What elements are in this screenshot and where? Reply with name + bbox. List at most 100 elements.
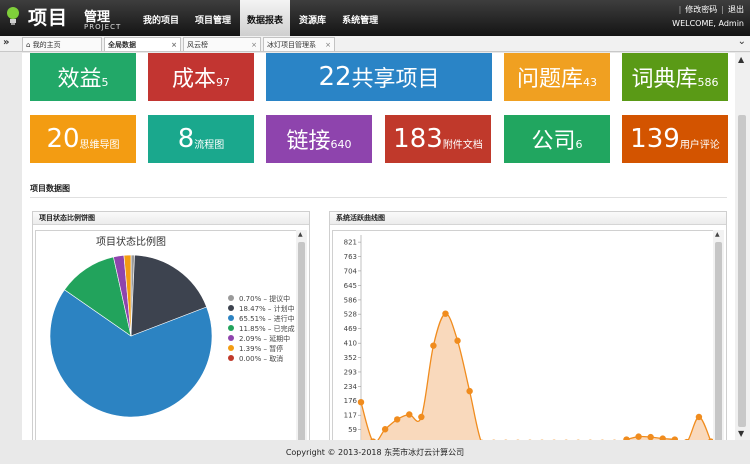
app-title-main: 项目 xyxy=(28,7,69,29)
tab-global-data[interactable]: 全局数据 × xyxy=(104,37,181,51)
pie-panel-scrollbar[interactable]: ▲ xyxy=(296,230,307,440)
legend-marker xyxy=(228,355,234,361)
line-chart-area: 0591171762342933524104695285866457047638… xyxy=(332,230,715,440)
data-point xyxy=(635,433,642,440)
pie-chart-area: 项目状态比例图 0.70% – 提议中 18.47% – 计划中 65.51% – 进… xyxy=(35,230,298,440)
stat-label: 链接 xyxy=(286,129,331,154)
stat-label: 效益 xyxy=(57,67,102,92)
stat-label: 附件文档 xyxy=(442,139,483,151)
y-tick-label: 645 xyxy=(344,282,357,290)
tab-leaderboard-label: 风云榜 xyxy=(187,41,208,49)
data-point xyxy=(466,387,473,395)
stat-count: 22 xyxy=(318,62,352,92)
close-icon[interactable]: × xyxy=(251,38,257,52)
nav-resources[interactable]: 资源库 xyxy=(292,0,333,36)
stat-label: 流程图 xyxy=(194,139,225,151)
legend-marker xyxy=(228,315,234,321)
change-password-link[interactable]: 修改密码 xyxy=(685,5,717,14)
line-panel-scrollbar[interactable]: ▲ xyxy=(713,230,724,440)
nav-system-management[interactable]: 系统管理 xyxy=(335,0,385,36)
data-point xyxy=(623,436,630,440)
home-icon: ⌂ xyxy=(26,41,31,49)
data-point xyxy=(418,413,425,421)
stat-count: 8 xyxy=(177,124,195,154)
stat-count: 586 xyxy=(697,75,719,89)
nav-my-projects[interactable]: 我的项目 xyxy=(136,0,186,36)
scroll-thumb[interactable] xyxy=(715,242,722,440)
y-tick-label: 293 xyxy=(344,368,357,376)
expand-sidebar-icon[interactable]: » xyxy=(3,37,9,48)
data-point xyxy=(671,436,678,440)
stat-user-comments[interactable]: 139 用户评论 xyxy=(622,115,728,163)
stat-dictionary[interactable]: 词典库 586 xyxy=(622,53,728,101)
stat-shared-projects[interactable]: 22 共享项目 xyxy=(266,53,492,101)
app-title-en: PROJECT xyxy=(84,23,122,31)
data-point xyxy=(442,310,449,317)
stat-count: 183 xyxy=(393,124,443,154)
legend-item: 0.70% – 提议中 xyxy=(239,294,290,303)
app-logo[interactable]: 项目 管理 PROJECT xyxy=(4,2,124,34)
scroll-thumb[interactable] xyxy=(298,242,305,440)
scroll-up-icon[interactable]: ▲ xyxy=(715,231,720,238)
scroll-up-icon[interactable]: ▲ xyxy=(738,55,744,64)
stat-label: 共享项目 xyxy=(351,67,440,92)
legend-marker xyxy=(228,335,234,341)
section-divider xyxy=(30,197,727,198)
y-tick-label: 528 xyxy=(344,311,357,319)
y-tick-label: 410 xyxy=(344,340,357,348)
pie-title: 项目状态比例图 xyxy=(96,235,166,248)
stat-label: 词典库 xyxy=(631,67,698,92)
stat-issue-library[interactable]: 问题库 43 xyxy=(504,53,610,101)
tab-scroll-down-icon[interactable]: ⌄ xyxy=(738,36,746,47)
y-tick-label: 176 xyxy=(344,397,358,405)
page-scrollbar[interactable]: ▲ ▼ xyxy=(735,53,750,440)
stat-links[interactable]: 链接 640 xyxy=(266,115,372,163)
y-tick-label: 763 xyxy=(344,253,357,261)
stat-label: 思维导图 xyxy=(79,139,120,151)
stat-attachments[interactable]: 183 附件文档 xyxy=(385,115,491,163)
data-point xyxy=(659,435,666,440)
stat-count: 640 xyxy=(330,137,352,151)
stat-benefit[interactable]: 效益 5 xyxy=(30,53,136,101)
area-chart: 0591171762342933524104695285866457047638… xyxy=(344,235,714,440)
tab-leaderboard[interactable]: 风云榜 × xyxy=(183,37,261,51)
logout-link[interactable]: 退出 xyxy=(728,5,744,14)
tab-bingdeng-label: 冰灯项目管理系 xyxy=(267,41,316,49)
line-chart-panel: 系统活跃曲线图 05911717623429335241046952858664… xyxy=(329,211,727,440)
scroll-down-icon[interactable]: ▼ xyxy=(738,429,744,438)
nav-project-management[interactable]: 项目管理 xyxy=(188,0,238,36)
line-panel-title: 系统活跃曲线图 xyxy=(330,212,726,225)
nav-data-reports[interactable]: 数据报表 xyxy=(240,0,291,36)
pie-panel-title: 项目状态比例饼图 xyxy=(33,212,309,225)
scroll-up-icon[interactable]: ▲ xyxy=(298,231,303,238)
stat-flowcharts[interactable]: 8 流程图 xyxy=(148,115,254,163)
y-tick-label: 234 xyxy=(344,383,358,391)
legend-marker xyxy=(228,325,234,331)
legend-marker xyxy=(228,295,234,301)
section-title: 项目数据图 xyxy=(30,184,70,193)
tab-home[interactable]: ⌂ 我的主页 xyxy=(22,37,102,51)
legend-item: 0.00% – 取消 xyxy=(239,354,283,363)
stat-cost[interactable]: 成本 97 xyxy=(148,53,254,101)
area-fill xyxy=(361,313,711,440)
tab-bar: » ⌂ 我的主页 全局数据 × 风云榜 × 冰灯项目管理系 × ⌄ xyxy=(0,36,750,52)
legend-item: 11.85% – 已完成 xyxy=(239,324,295,333)
stat-mindmaps[interactable]: 20 思维导图 xyxy=(30,115,136,163)
pie-chart: 项目状态比例图 0.70% – 提议中18.47% – 计划中65.51% – 进… xyxy=(49,235,295,418)
scroll-thumb[interactable] xyxy=(738,115,746,427)
y-tick-label: 586 xyxy=(344,296,358,304)
close-icon[interactable]: × xyxy=(171,38,177,52)
stat-count: 6 xyxy=(575,137,583,151)
stat-count: 97 xyxy=(216,75,230,89)
data-point xyxy=(647,433,654,440)
legend-item: 2.09% – 延期中 xyxy=(239,334,290,343)
stat-count: 20 xyxy=(46,124,80,154)
close-icon[interactable]: × xyxy=(325,38,331,52)
stat-companies[interactable]: 公司 6 xyxy=(504,115,610,163)
data-point xyxy=(357,399,365,406)
tab-bingdeng-system[interactable]: 冰灯项目管理系 × xyxy=(263,37,335,51)
stat-label: 成本 xyxy=(171,67,216,92)
data-point xyxy=(430,342,437,349)
main-nav: 我的项目 项目管理 数据报表 资源库 系统管理 xyxy=(136,0,387,36)
stat-count: 5 xyxy=(101,75,109,89)
